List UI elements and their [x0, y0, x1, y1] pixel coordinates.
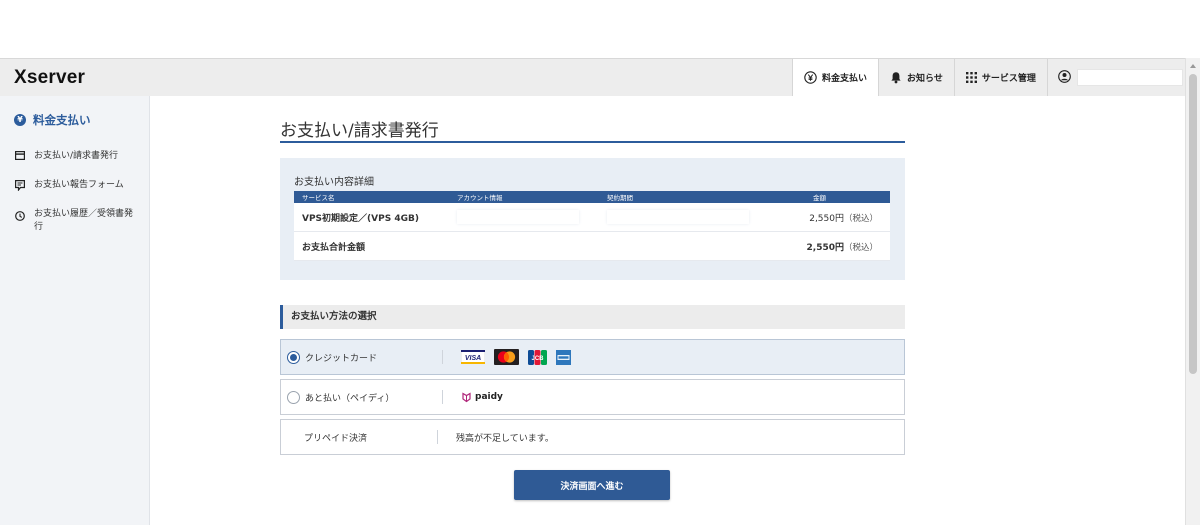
report-form-icon — [14, 179, 25, 191]
grid-icon — [965, 72, 977, 83]
scroll-up-arrow-icon[interactable] — [1190, 64, 1196, 68]
page-title: お支払い/請求書発行 — [280, 121, 439, 141]
tax-note: （税込） — [843, 213, 878, 224]
total-amount-cell: 2,550円（税込） — [749, 240, 890, 253]
payment-detail-table: サービス名 アカウント情報 契約期間 金額 VPS初期設定／(VPS 4GB) … — [294, 191, 890, 261]
nav-billing[interactable]: 料金支払い — [792, 59, 879, 96]
account-cell — [449, 210, 599, 224]
sidebar-item-label: お支払い報告フォーム — [34, 180, 124, 190]
nav-service-management[interactable]: サービス管理 — [953, 59, 1047, 96]
prepaid-label: プリペイド決済 — [304, 433, 368, 444]
payment-method-heading: お支払い方法の選択 — [280, 305, 905, 329]
sidebar-item-payment-report[interactable]: お支払い報告フォーム — [14, 179, 140, 192]
option-separator — [442, 390, 443, 404]
scrollbar-thumb[interactable] — [1189, 74, 1197, 374]
sidebar: ¥ 料金支払い お支払い/請求書発行 お支払い報告フォーム お支払い履歴／受領書… — [0, 96, 150, 525]
svg-text:VISA: VISA — [465, 355, 481, 362]
top-blank-area — [0, 0, 1200, 58]
sidebar-item-label: お支払い/請求書発行 — [34, 151, 119, 161]
user-circle-icon — [1058, 68, 1071, 87]
nav-notices-label: お知らせ — [907, 74, 943, 84]
xserver-logo[interactable]: Xserver — [14, 67, 85, 89]
table-header: サービス名 アカウント情報 契約期間 金額 — [294, 191, 890, 203]
col-header-account: アカウント情報 — [457, 194, 503, 202]
account-menu[interactable] — [1046, 59, 1183, 96]
table-row: VPS初期設定／(VPS 4GB) 2,550円（税込） — [294, 203, 890, 232]
bell-icon — [890, 71, 902, 84]
nav-notices[interactable]: お知らせ — [878, 59, 954, 96]
account-name — [1076, 69, 1183, 86]
amount-cell: 2,550円（税込） — [749, 211, 890, 224]
payment-detail-panel: お支払い内容詳細 サービス名 アカウント情報 契約期間 金額 VPS初期設定／(… — [280, 158, 905, 280]
total-amount: 2,550円 — [806, 242, 844, 253]
nav-billing-label: 料金支払い — [822, 74, 868, 84]
mastercard-logo — [494, 349, 519, 365]
title-underline — [280, 141, 905, 143]
svg-text:JCB: JCB — [531, 356, 544, 362]
radio-dot — [290, 353, 297, 361]
period-cell — [599, 210, 749, 224]
payment-detail-heading: お支払い内容詳細 — [294, 177, 374, 188]
col-header-amount: 金額 — [813, 194, 826, 202]
yen-circle-icon — [804, 71, 817, 84]
option-separator — [442, 350, 443, 364]
sidebar-item-label: お支払い履歴／受領書発行 — [34, 209, 134, 232]
amount-value: 2,550円 — [809, 213, 844, 224]
col-header-period: 契約期間 — [607, 194, 633, 202]
card-brand-logos: VISA JCB — [461, 349, 580, 365]
header-nav: 料金支払い お知らせ サービス管理 — [792, 59, 1183, 96]
app-header: Xserver 料金支払い お知らせ サービス管理 — [0, 58, 1185, 96]
total-label: お支払合計金額 — [302, 242, 366, 253]
total-row: お支払合計金額 2,550円（税込） — [294, 232, 890, 261]
page-scrollbar[interactable] — [1185, 58, 1200, 525]
paidy-brand-text: paidy — [475, 392, 503, 402]
paidy-logo: paidy — [461, 391, 503, 403]
prepaid-note: 残高が不足しています。 — [456, 433, 554, 444]
sidebar-title[interactable]: ¥ 料金支払い — [14, 112, 91, 128]
period-value — [607, 210, 749, 224]
visa-logo: VISA — [461, 350, 485, 364]
paidy-radio[interactable] — [287, 390, 300, 404]
service-name-cell: VPS初期設定／(VPS 4GB) — [302, 213, 419, 224]
tax-note: （税込） — [843, 242, 878, 253]
payment-option-credit-card[interactable]: クレジットカード VISA JCB — [280, 339, 905, 375]
paidy-label: あと払い（ペイディ） — [305, 393, 395, 404]
amex-logo — [556, 349, 571, 365]
yen-icon: ¥ — [14, 114, 26, 126]
sidebar-item-payment-invoice[interactable]: お支払い/請求書発行 — [14, 150, 140, 163]
jcb-logo: JCB — [528, 349, 547, 365]
credit-card-radio[interactable] — [287, 350, 300, 364]
credit-card-label: クレジットカード — [305, 353, 378, 364]
option-separator — [437, 430, 438, 444]
payment-option-paidy[interactable]: あと払い（ペイディ） paidy — [280, 379, 905, 415]
sidebar-item-payment-history[interactable]: お支払い履歴／受領書発行 — [14, 208, 140, 234]
paidy-mark-icon — [462, 391, 471, 402]
account-value — [457, 210, 579, 224]
payment-option-prepaid: プリペイド決済 残高が不足しています。 — [280, 419, 905, 455]
clock-icon — [14, 208, 25, 221]
nav-service-management-label: サービス管理 — [981, 74, 1036, 84]
card-icon — [14, 150, 25, 160]
sidebar-title-label: 料金支払い — [33, 113, 91, 127]
col-header-service: サービス名 — [302, 194, 335, 202]
proceed-to-payment-button[interactable]: 決済画面へ進む — [514, 470, 670, 500]
